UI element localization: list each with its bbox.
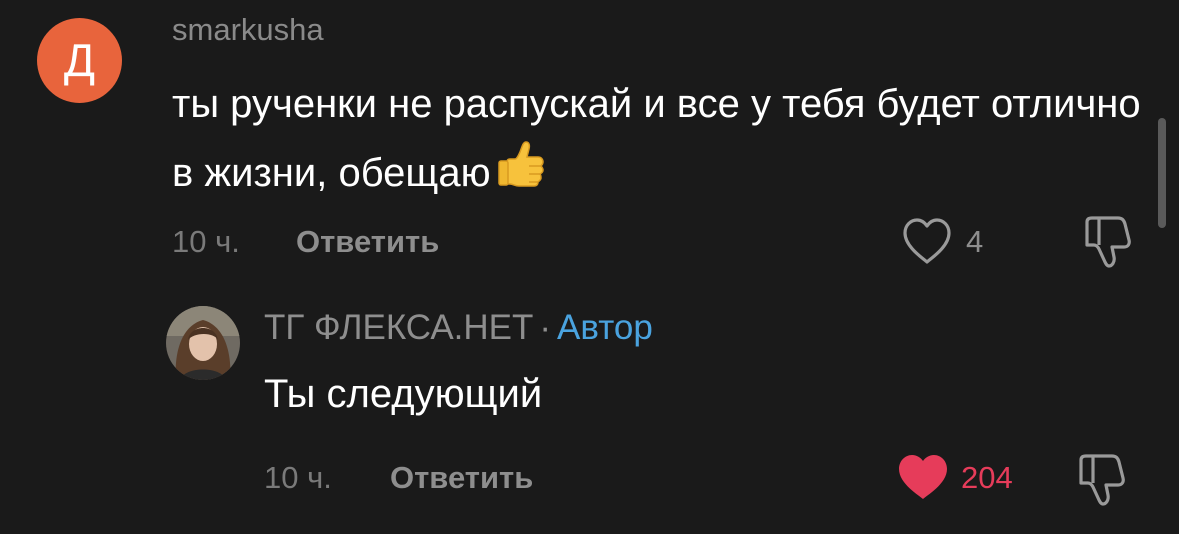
- like-button[interactable]: [900, 217, 954, 267]
- thumbs-down-icon: [1085, 216, 1131, 268]
- reply-timestamp: 10 ч.: [264, 460, 332, 495]
- comment-username[interactable]: smarkusha: [172, 12, 324, 48]
- heart-outline-icon: [903, 218, 951, 264]
- heart-filled-icon: [899, 455, 947, 499]
- reply-button[interactable]: Ответить: [296, 224, 439, 260]
- reply-author-line: ТГ ФЛЕКСА.НЕТ · Автор: [264, 308, 653, 348]
- user-photo-icon: [166, 306, 240, 380]
- reply-text: Ты следующий: [264, 372, 543, 416]
- comment-body: ты рученки не распускай и все у тебя буд…: [172, 82, 1141, 195]
- like-count: 4: [966, 224, 984, 259]
- thumbs-down-icon: [1079, 454, 1125, 506]
- reply-avatar[interactable]: [166, 306, 240, 380]
- avatar[interactable]: Д: [37, 18, 122, 103]
- reply-author-name[interactable]: ТГ ФЛЕКСА.НЕТ: [264, 308, 533, 347]
- reply-like-button[interactable]: [896, 453, 950, 503]
- thumbs-up-icon: [493, 136, 549, 211]
- dislike-button[interactable]: [1082, 214, 1134, 270]
- reply-like-count: 204: [961, 460, 1013, 495]
- author-badge: Автор: [557, 308, 653, 347]
- scrollbar[interactable]: [1158, 118, 1166, 228]
- reply-dislike-button[interactable]: [1076, 452, 1128, 508]
- comment-timestamp: 10 ч.: [172, 224, 240, 259]
- separator-dot: ·: [539, 308, 552, 347]
- reply-reply-button[interactable]: Ответить: [390, 460, 533, 496]
- comment-text: ты рученки не распускай и все у тебя буд…: [172, 72, 1162, 211]
